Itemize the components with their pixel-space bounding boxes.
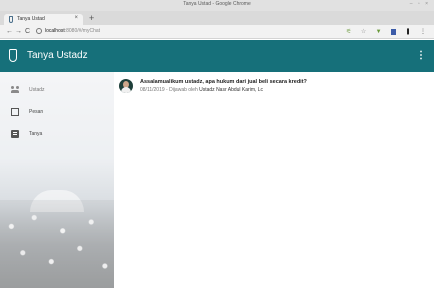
- chat-icon: [11, 130, 19, 138]
- browser-tab[interactable]: Tanya Ustad ×: [4, 14, 83, 25]
- filter-icon[interactable]: ⚟: [346, 28, 351, 36]
- sidebar-item-label: Ustadz: [29, 87, 45, 93]
- chat-message-item[interactable]: Assalamualikum ustadz, apa hukum dari ju…: [119, 77, 429, 99]
- browser-toolbar: ← → C localhost:8080/#/myChat ⚟ ☆ ▼ ❚ ⋮: [0, 25, 434, 39]
- main-content: Assalamualikum ustadz, apa hukum dari ju…: [114, 72, 434, 288]
- inbox-icon: [11, 108, 19, 116]
- funnel-icon[interactable]: ▼: [376, 28, 382, 36]
- answered-by: Ustadz Nasr Abdul Karim, Lc: [199, 87, 264, 93]
- message-question: Assalamualikum ustadz, apa hukum dari ju…: [140, 79, 307, 85]
- sidebar-item-label: Pesan: [29, 109, 44, 115]
- sidebar-item-ustadz[interactable]: Ustadz: [0, 80, 114, 102]
- tab-close-button[interactable]: ×: [74, 15, 78, 21]
- browser-window: Tanya Ustad - Google Chrome – ▫ × Tanya …: [0, 0, 434, 288]
- dark-extension-icon[interactable]: ❚: [406, 28, 411, 36]
- app-logo-icon: [9, 49, 17, 62]
- window-controls[interactable]: – ▫ ×: [410, 1, 430, 7]
- sidebar: Ustadz Pesan Tanya: [0, 72, 114, 288]
- forward-button[interactable]: →: [15, 27, 22, 36]
- back-button[interactable]: ←: [6, 27, 13, 36]
- window-title: Tanya Ustad - Google Chrome: [183, 1, 251, 7]
- favicon-icon: [9, 16, 13, 23]
- sidebar-item-tanya[interactable]: Tanya: [0, 124, 114, 146]
- app-bar: Tanya Ustadz ⋮: [0, 40, 434, 72]
- avatar: [119, 79, 133, 93]
- url-host: localhost: [45, 28, 65, 34]
- blue-extension-icon[interactable]: [391, 29, 397, 35]
- site-info-icon[interactable]: [36, 28, 42, 34]
- url-path: :8080/#/myChat: [64, 28, 101, 34]
- address-bar[interactable]: localhost:8080/#/myChat ⚟ ☆ ▼ ❚ ⋮: [36, 27, 428, 37]
- url-text: localhost:8080/#/myChat: [45, 28, 100, 34]
- sidebar-item-label: Tanya: [29, 131, 43, 137]
- message-date: 08/11/2019 - Dijawab oleh: [140, 87, 198, 93]
- tab-title: Tanya Ustad: [17, 16, 45, 22]
- menu-icon[interactable]: ⋮: [420, 28, 426, 36]
- message-meta: 08/11/2019 - Dijawab oleh Ustadz Nasr Ab…: [140, 87, 263, 93]
- os-titlebar: Tanya Ustad - Google Chrome – ▫ ×: [0, 0, 434, 11]
- bookmark-star-icon[interactable]: ☆: [361, 28, 366, 36]
- tab-strip: Tanya Ustad × +: [0, 11, 434, 25]
- app-menu-button[interactable]: ⋮: [416, 50, 426, 61]
- sidebar-nav: Ustadz Pesan Tanya: [0, 80, 114, 146]
- app-title: Tanya Ustadz: [27, 50, 88, 61]
- people-icon: [11, 86, 19, 94]
- extension-icons: ⚟ ☆ ▼ ❚ ⋮: [341, 28, 426, 36]
- new-tab-button[interactable]: +: [89, 14, 94, 23]
- reload-button[interactable]: C: [25, 27, 30, 36]
- sidebar-item-pesan[interactable]: Pesan: [0, 102, 114, 124]
